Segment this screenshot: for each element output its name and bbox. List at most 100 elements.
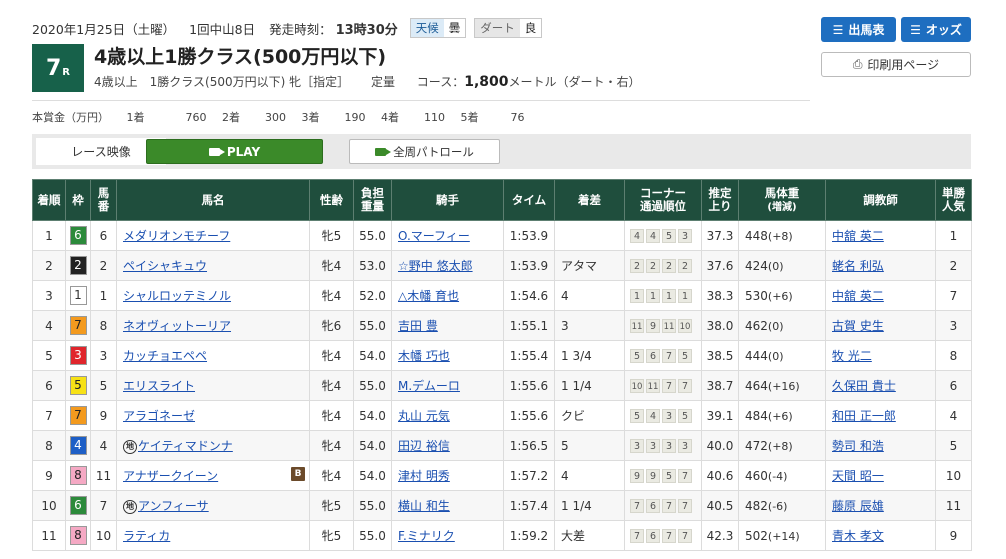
trainer-link[interactable]: 天間 昭一 [832,469,884,483]
finish-time: 1:59.2 [503,520,555,551]
corner-positions: 7677 [624,490,702,521]
horse-name-link[interactable]: シャルロッテミノル [123,289,231,303]
col-header[interactable]: 負担 重量 [353,179,392,221]
prize-place: 4着 [381,111,399,124]
col-header[interactable]: 馬体重 (増減) [738,179,826,221]
prize-amount: 760 [185,111,207,124]
col-header[interactable]: 着順 [32,179,66,221]
corner-position: 7 [662,498,676,513]
carried-weight: 54.0 [353,430,392,461]
trainer-link[interactable]: 中舘 英二 [832,289,884,303]
col-header[interactable]: 着差 [554,179,625,221]
jockey-link[interactable]: △木幡 育也 [398,289,459,303]
margin: 3 [554,310,625,341]
odds-button[interactable]: ☰ オッズ [901,17,971,42]
blinker-icon: B [291,467,305,481]
trainer-link[interactable]: 久保田 貴士 [832,379,896,393]
jockey-link[interactable]: M.デムーロ [398,379,460,393]
corner-position: 1 [678,288,692,303]
margin: クビ [554,400,625,431]
waku-badge: 1 [69,286,87,305]
jockey-link[interactable]: O.マーフィー [398,229,470,243]
corner-position: 7 [630,498,644,513]
trainer-link[interactable]: 青木 孝文 [832,529,884,543]
horse-name-link[interactable]: ネオヴィットーリア [123,319,231,333]
col-header[interactable]: コーナー 通過順位 [624,179,702,221]
col-header[interactable]: 推定 上り [701,179,739,221]
play-button[interactable]: PLAY [146,139,323,164]
carried-weight: 54.0 [353,340,392,371]
list-icon: ☰ [832,22,844,37]
finish-time: 1:55.1 [503,310,555,341]
trainer-link[interactable]: 藤原 辰雄 [832,499,884,513]
course-label: コース： [416,75,465,89]
jockey-link[interactable]: 丸山 元気 [398,409,450,423]
jockey-link[interactable]: 吉田 豊 [398,319,438,333]
weather-label: 天候 [410,19,444,37]
finish-position: 1 [32,220,66,251]
printer-icon: ⎙ [852,57,863,71]
finish-time: 1:55.6 [503,370,555,401]
corner-positions: 5675 [624,340,702,371]
body-weight-cell: 424(0) [738,250,826,281]
body-weight-change: (+16) [767,379,800,393]
col-header[interactable]: 馬番 [90,179,117,221]
trainer-link[interactable]: 勢司 和浩 [832,439,884,453]
patrol-video-button[interactable]: 全周パトロール [349,139,500,164]
corner-position: 7 [662,528,676,543]
result-row: 8 4 4 地ケイティマドンナ 牝4 54.0 田辺 裕信 1:56.5 5 3 3 3 3 40.0 47… [32,430,972,461]
margin: 1 1/4 [554,370,625,401]
sex-age: 牝4 [309,430,354,461]
col-header[interactable]: 性齢 [309,179,354,221]
jockey-link[interactable]: F.ミナリク [398,529,455,543]
body-weight-cell: 530(+6) [738,280,826,311]
finish-position: 5 [32,340,66,371]
win-popularity: 7 [935,280,972,311]
trainer-link[interactable]: 蛯名 利弘 [832,259,884,273]
horse-name-link[interactable]: ラティカ [123,529,170,543]
win-popularity: 1 [935,220,972,251]
jockey-cell: 木幡 巧也 [391,340,504,371]
horse-name-link[interactable]: メダリオンモチーフ [123,229,230,243]
horse-name-link[interactable]: ペイシャキュウ [123,259,207,273]
result-row: 5 3 3 カッチョエペペ 牝4 54.0 木幡 巧也 1:55.4 1 3/4 5 6 7 5 38.5… [32,340,972,371]
col-header[interactable]: タイム [503,179,555,221]
col-header[interactable]: 単勝 人気 [935,179,972,221]
horse-name-link[interactable]: アナザークイーン [123,469,218,483]
jockey-link[interactable]: ☆野中 悠太郎 [398,259,473,273]
horse-number: 8 [90,310,117,341]
patrol-label: 全周パトロール [393,144,474,159]
print-page-button[interactable]: ⎙ 印刷用ページ [821,52,971,77]
col-header[interactable]: 枠 [65,179,91,221]
jockey-link[interactable]: 横山 和生 [398,499,450,513]
corner-position: 11 [646,378,660,393]
margin: 5 [554,430,625,461]
body-weight-cell: 448(+8) [738,220,826,251]
corner-position: 5 [662,468,676,483]
horse-name-link[interactable]: アンフィーサ [138,499,209,513]
finish-position: 8 [32,430,66,461]
horse-name-link[interactable]: アラゴネーゼ [123,409,195,423]
horse-name-link[interactable]: ケイティマドンナ [138,439,233,453]
col-header[interactable]: 騎手 [391,179,504,221]
trainer-link[interactable]: 古賀 史生 [832,319,884,333]
corner-position: 11 [630,318,644,333]
horse-number: 2 [90,250,117,281]
trainer-link[interactable]: 中舘 英二 [832,229,884,243]
jockey-link[interactable]: 木幡 巧也 [398,349,450,363]
jockey-cell: F.ミナリク [391,520,504,551]
corner-position: 6 [646,528,660,543]
win-popularity: 4 [935,400,972,431]
horse-name-link[interactable]: エリスライト [123,379,195,393]
jockey-link[interactable]: 田辺 裕信 [398,439,450,453]
entries-button[interactable]: ☰ 出馬表 [821,17,896,42]
trainer-link[interactable]: 和田 正一郎 [832,409,896,423]
horse-name-link[interactable]: カッチョエペペ [123,349,207,363]
horse-name-cell: シャルロッテミノル [116,280,310,311]
jockey-link[interactable]: 津村 明秀 [398,469,450,483]
col-header[interactable]: 馬名 [116,179,310,221]
body-weight: 464 [745,378,768,393]
col-header[interactable]: 調教師 [825,179,936,221]
trainer-link[interactable]: 牧 光二 [832,349,872,363]
horse-name-cell: 地ケイティマドンナ [116,430,310,461]
